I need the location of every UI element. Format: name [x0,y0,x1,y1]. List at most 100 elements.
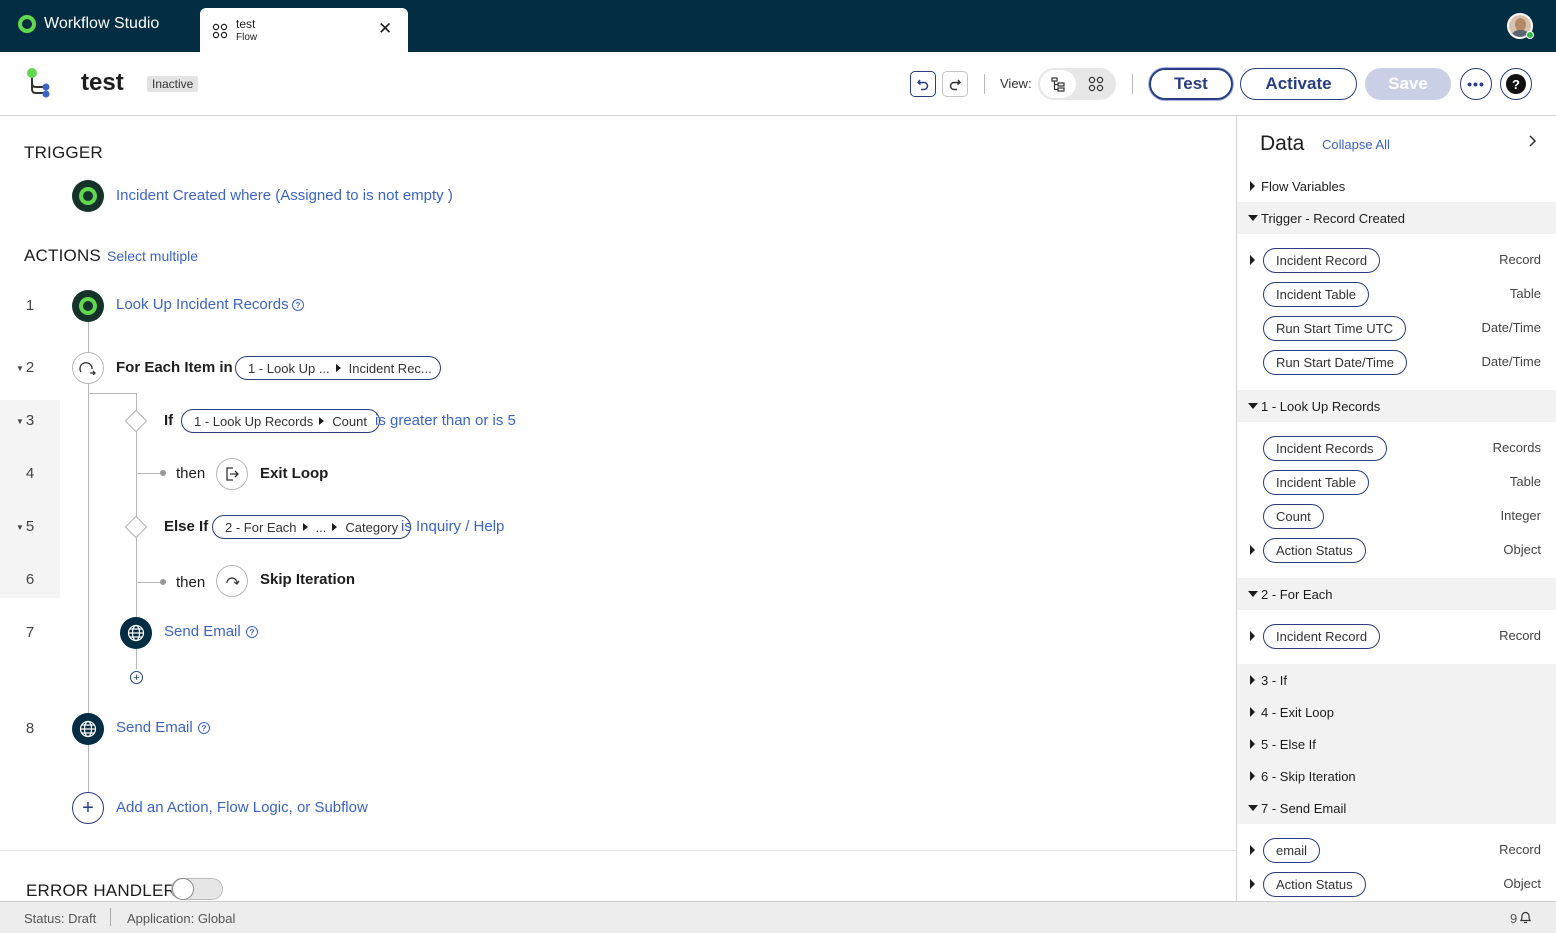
expand-caret-icon [1250,545,1255,555]
chevron-right-icon[interactable] [1525,134,1539,148]
bell-icon[interactable] [1519,910,1532,924]
section-label: 4 - Exit Loop [1261,704,1334,720]
flow-connector [88,393,136,394]
else-if-diamond-icon [124,515,148,539]
flow-logo-icon [27,68,50,98]
data-section-for-each[interactable]: 2 - For Each [1237,578,1556,610]
data-section-flow-variables[interactable]: Flow Variables [1237,170,1556,202]
data-pill[interactable]: Run Start Time UTC [1263,316,1407,341]
tab-name: test [236,17,256,31]
data-item[interactable]: Action Status Object [1237,867,1556,901]
status-divider [110,908,111,926]
row-number: 6 [25,571,35,588]
section-label: 6 - Skip Iteration [1261,768,1356,784]
trigger-heading: TRIGGER [24,143,103,162]
view-diagram-button[interactable] [1078,70,1114,98]
test-button[interactable]: Test [1149,68,1233,100]
data-pill[interactable]: Incident Table [1263,282,1369,307]
more-options-button[interactable]: ••• [1460,68,1492,100]
connector-dot [160,470,166,476]
section-label: 7 - Send Email [1261,800,1347,816]
app-brand[interactable]: Workflow Studio [18,15,159,33]
data-section-exit-loop[interactable]: 4 - Exit Loop [1237,696,1556,728]
data-item[interactable]: Incident Table Table [1237,277,1556,311]
view-list-button[interactable] [1040,70,1076,98]
data-section-else-if[interactable]: 5 - Else If [1237,728,1556,760]
tab-flow-test[interactable]: test Flow ✕ [200,8,408,52]
data-type: Integer [1500,508,1541,523]
help-circle-icon[interactable]: ? [198,722,210,734]
header-divider [1132,74,1133,94]
add-action-icon[interactable]: + [72,792,104,824]
tab-close-icon[interactable]: ✕ [378,20,392,38]
pill-part: 1 - Look Up ... [248,360,330,376]
data-section-trigger[interactable]: Trigger - Record Created [1237,202,1556,234]
data-section-lookup[interactable]: 1 - Look Up Records [1237,390,1556,422]
redo-button[interactable] [942,71,968,97]
select-multiple-link[interactable]: Select multiple [107,248,198,264]
else-if-condition-link[interactable]: is Inquiry / Help [401,518,504,535]
data-type: Date/Time [1481,354,1541,369]
add-action-link[interactable]: Add an Action, Flow Logic, or Subflow [116,799,368,816]
save-button[interactable]: Save [1365,68,1451,100]
undo-icon [916,79,929,91]
trigger-node-icon [72,180,104,212]
data-item[interactable]: Count Integer [1237,499,1556,533]
if-condition-link[interactable]: is greater than or is 5 [375,412,516,429]
help-circle-icon[interactable]: ? [246,626,258,638]
for-each-data-pill[interactable]: 1 - Look Up ... Incident Rec... [235,356,441,380]
data-pill[interactable]: Incident Records [1263,436,1387,461]
row-number: 5 [25,518,35,535]
error-handler-heading: ERROR HANDLER [26,881,176,900]
data-type: Table [1509,474,1541,489]
add-nested-step-icon[interactable]: + [130,671,143,684]
data-item[interactable]: email Record [1237,833,1556,867]
row-number: 3 [25,412,35,429]
help-button[interactable]: ? [1500,68,1532,100]
collapse-caret-icon [1248,215,1258,221]
pill-arrow-icon [302,523,308,531]
action-send-email[interactable]: Send Email [116,719,193,736]
help-circle-icon[interactable]: ? [292,299,304,311]
data-section-skip-iteration[interactable]: 6 - Skip Iteration [1237,760,1556,792]
data-section-if[interactable]: 3 - If [1237,664,1556,696]
data-item[interactable]: Incident Record Record [1237,619,1556,653]
data-item[interactable]: Action Status Object [1237,533,1556,567]
else-if-data-pill[interactable]: 2 - For Each... Category [212,515,412,539]
action-lookup-incident-records[interactable]: Look Up Incident Records [116,296,289,313]
data-item[interactable]: Run Start Date/Time Date/Time [1237,345,1556,379]
data-pill[interactable]: Count [1263,504,1324,529]
data-pill[interactable]: Incident Table [1263,470,1369,495]
data-pill[interactable]: Incident Record [1263,248,1381,273]
data-pill[interactable]: Action Status [1263,538,1366,563]
skip-iteration-label[interactable]: Skip Iteration [260,571,355,588]
data-section-send-email[interactable]: 7 - Send Email [1237,792,1556,824]
section-divider [0,850,1236,851]
data-pill[interactable]: email [1263,838,1321,863]
undo-button[interactable] [910,71,936,97]
data-pill[interactable]: Incident Record [1263,624,1381,649]
exit-loop-label[interactable]: Exit Loop [260,465,328,482]
exit-loop-icon [216,458,248,490]
collapse-all-link[interactable]: Collapse All [1322,137,1390,152]
data-item[interactable]: Incident Records Records [1237,431,1556,465]
status-bar: Status: Draft Application: Global 9 [0,901,1556,933]
data-item[interactable]: Incident Table Table [1237,465,1556,499]
error-handler-toggle[interactable] [171,878,223,900]
trigger-link[interactable]: Incident Created where (Assigned to is n… [116,187,453,204]
redo-icon [949,79,962,91]
action-send-email-nested[interactable]: Send Email [164,623,241,640]
for-each-label: For Each Item in [116,359,233,376]
data-pill[interactable]: Action Status [1263,872,1366,897]
pill-part: 2 - For Each [225,519,297,535]
data-item[interactable]: Incident Record Record [1237,243,1556,277]
data-item[interactable]: Run Start Time UTC Date/Time [1237,311,1556,345]
data-pill[interactable]: Run Start Date/Time [1263,350,1408,375]
data-type: Date/Time [1481,320,1541,335]
if-label: If [164,412,174,429]
expand-caret-icon [1250,255,1255,265]
activate-button[interactable]: Activate [1240,68,1357,100]
connector-dot [160,579,166,585]
if-data-pill[interactable]: 1 - Look Up Records Count [181,409,380,433]
lookup-node-icon [72,290,104,322]
